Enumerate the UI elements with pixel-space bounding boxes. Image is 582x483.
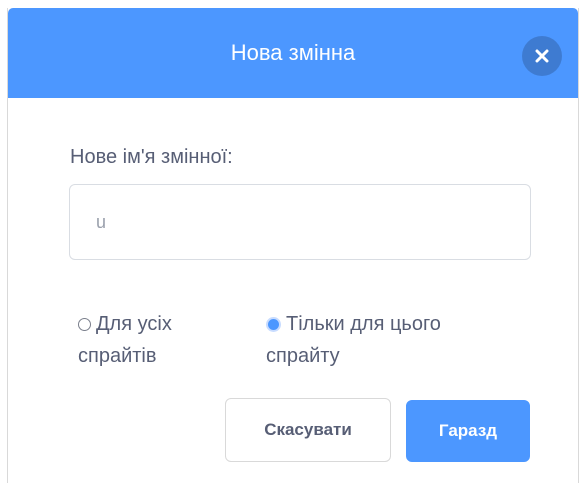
- radio-all-sprites-label: Для усіх: [96, 312, 172, 335]
- variable-name-label: Нове ім'я змінної:: [70, 146, 233, 168]
- radio-this-sprite[interactable]: Тільки для цього спрайту: [266, 311, 526, 369]
- close-button[interactable]: [522, 36, 562, 76]
- radio-this-sprite-label: Тільки для цього: [286, 312, 441, 335]
- dialog-title: Нова змінна: [230, 40, 356, 65]
- radio-all-sprites-label-line2: спрайтів: [78, 345, 157, 367]
- close-icon: [535, 49, 549, 63]
- radio-this-sprite-label-line2: спрайту: [266, 345, 340, 367]
- cancel-button[interactable]: Скасувати: [225, 398, 391, 462]
- new-variable-dialog: Нова змінна Нове ім'я змінної: Для усіх …: [7, 8, 579, 483]
- variable-name-input[interactable]: [69, 184, 531, 260]
- ok-button[interactable]: Гаразд: [406, 400, 530, 462]
- radio-all-sprites[interactable]: Для усіх спрайтів: [78, 311, 228, 369]
- radio-unchecked-icon[interactable]: [78, 317, 91, 331]
- radio-checked-icon[interactable]: [266, 316, 281, 332]
- dialog-header: Нова змінна: [8, 8, 578, 98]
